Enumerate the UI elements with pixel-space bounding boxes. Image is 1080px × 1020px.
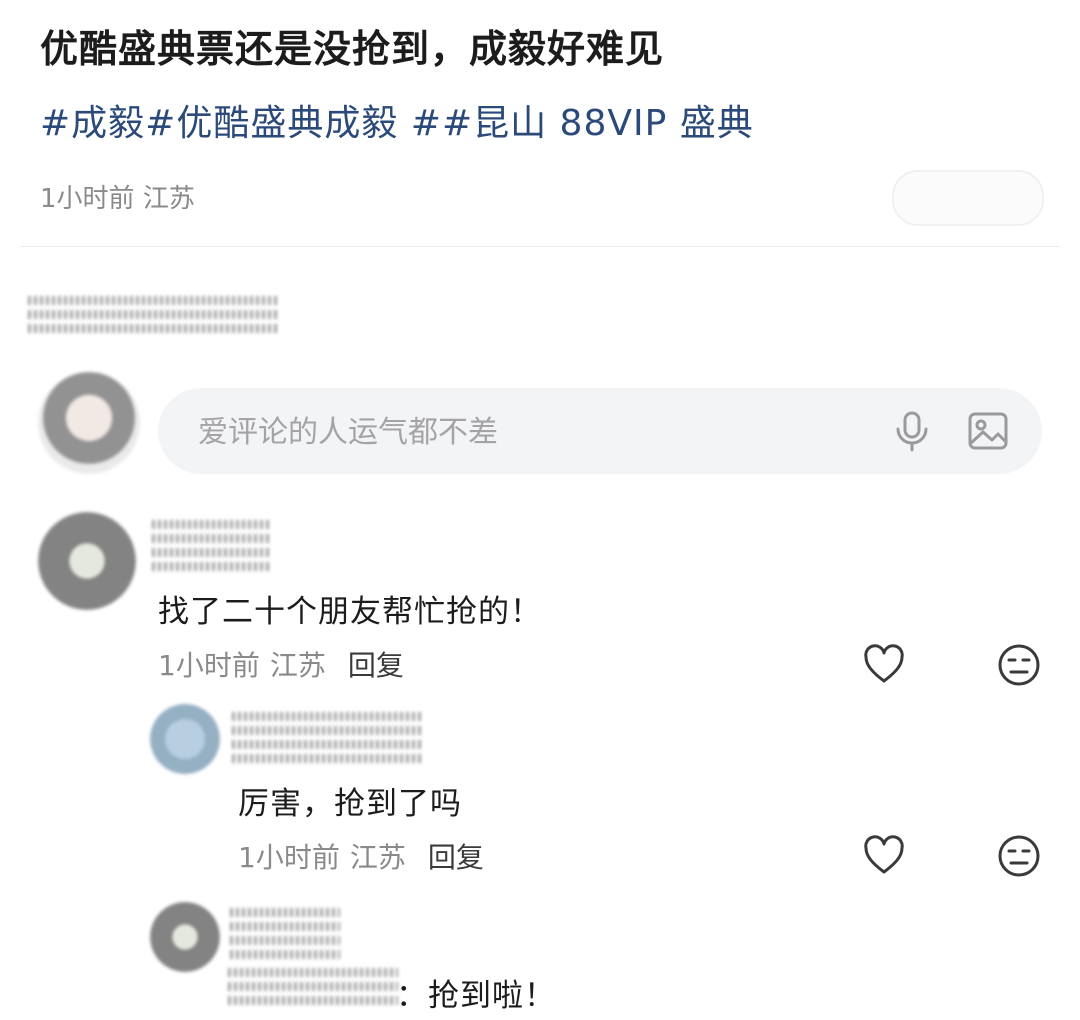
post-meta: 1小时前 江苏 — [40, 178, 195, 215]
post-title: 优酷盛典票还是没抢到，成毅好难见 — [40, 27, 665, 71]
comment-input[interactable] — [196, 408, 840, 456]
comment-location: 江苏 — [269, 649, 326, 682]
meh-icon[interactable] — [997, 834, 1041, 878]
comment-text: ：抢到啦！ — [396, 978, 556, 1014]
meh-icon[interactable] — [997, 643, 1041, 687]
heart-icon[interactable] — [862, 643, 906, 687]
reply-button[interactable]: 回复 — [348, 649, 404, 682]
comment-time: 1小时前 — [158, 649, 260, 682]
image-icon[interactable] — [966, 409, 1010, 453]
follow-button-blurred[interactable] — [892, 170, 1044, 226]
comment-count-blurred — [28, 296, 278, 338]
username-blurred[interactable] — [230, 908, 340, 964]
comment-text: 厉害，抢到了吗 — [238, 786, 462, 822]
username-blurred[interactable] — [232, 712, 422, 768]
post-time: 1小时前 — [40, 184, 135, 214]
hashtag-link[interactable]: #优酷盛典成毅 — [145, 103, 398, 144]
comment-meta: 1小时前 江苏 回复 — [238, 836, 484, 876]
username-blurred[interactable] — [152, 520, 272, 576]
hashtag-link[interactable]: #成毅 — [40, 103, 145, 144]
mic-icon[interactable] — [890, 409, 934, 453]
avatar[interactable] — [150, 902, 220, 972]
post-location: 江苏 — [142, 184, 195, 214]
avatar[interactable] — [38, 512, 136, 610]
avatar — [38, 372, 140, 474]
hashtag-link[interactable]: ##昆山 88VIP 盛典 — [398, 103, 753, 144]
comment-text: 找了二十个朋友帮忙抢的！ — [158, 594, 542, 630]
comment-location: 江苏 — [349, 841, 406, 874]
comment-time: 1小时前 — [238, 841, 340, 874]
divider — [20, 246, 1060, 247]
reply-button[interactable]: 回复 — [428, 841, 484, 874]
reply-target-blurred[interactable] — [228, 968, 398, 1010]
heart-icon[interactable] — [862, 834, 906, 878]
avatar[interactable] — [150, 704, 220, 774]
comment-input-box[interactable] — [158, 388, 1042, 474]
comment-meta: 1小时前 江苏 回复 — [158, 644, 404, 684]
hashtag-row: #成毅#优酷盛典成毅 ##昆山 88VIP 盛典 — [40, 94, 754, 146]
